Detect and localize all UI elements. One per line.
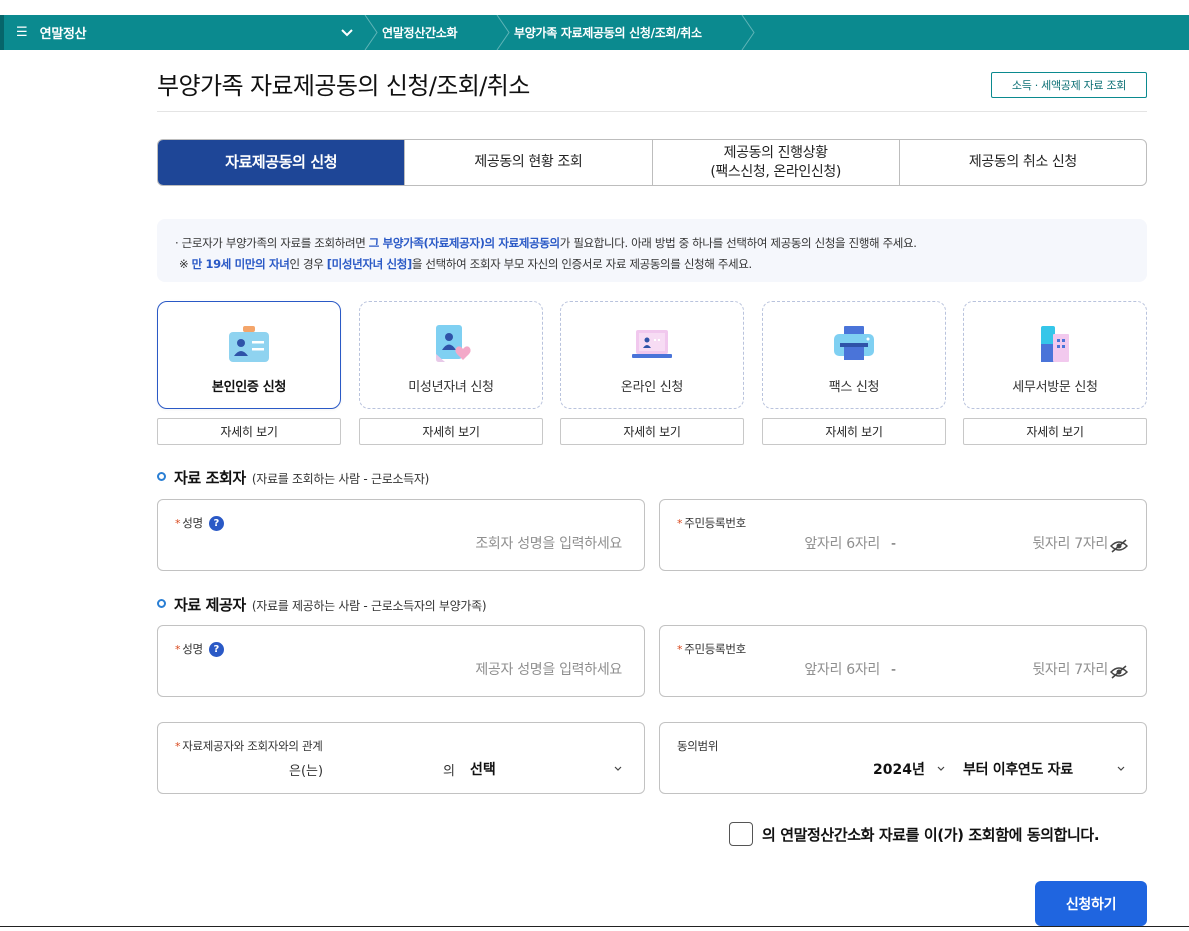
section-bullet-icon [157,599,166,608]
breadcrumb-separator-icon [364,15,378,50]
range-year-select[interactable]: 2024년 [873,759,925,779]
chevron-down-icon[interactable] [936,765,946,773]
chevron-down-icon[interactable] [613,765,623,773]
viewer-rrn-field: *주민등록번호 - [659,499,1147,571]
breadcrumb-current[interactable]: 부양가족 자료제공동의 신청/조회/취소 [514,15,739,50]
detail-button-minor-child[interactable]: 자세히 보기 [359,418,543,445]
breadcrumb-separator-icon [496,15,510,50]
method-label: 온라인 신청 [620,380,684,395]
bottom-divider [0,926,1189,927]
id-card-icon [229,326,269,362]
provider-rrn-back-input[interactable] [960,662,1108,678]
breadcrumb-item[interactable]: 연말정산간소화 [382,15,494,50]
notice-box: · 근로자가 부양가족의 자료를 조회하려면 그 부양가족(자료제공자)의 자료… [157,219,1147,282]
deduction-lookup-button[interactable]: 소득 · 세액공제 자료 조회 [991,72,1147,98]
menu-icon: ☰ [16,25,28,40]
detail-button-self-auth[interactable]: 자세히 보기 [157,418,341,445]
provider-rrn-field: *주민등록번호 - [659,625,1147,697]
top-nav-bar: ☰ 연말정산 연말정산간소화 부양가족 자료제공동의 신청/조회/취소 [0,15,1189,50]
section-viewer-title: 자료 조회자 (자료를 조회하는 사람 - 근로소득자) [157,467,429,488]
tab-consent-status[interactable]: 제공동의 현황 조회 [405,140,653,185]
viewer-rrn-back-input[interactable] [960,536,1108,552]
viewer-name-field: * 성명? [157,499,645,571]
tax-office-icon [1041,326,1069,362]
notice-line-2: ※ 만 19세 미만의 자녀인 경우 [미성년자녀 신청]을 선택하여 조회자 … [179,257,752,271]
range-scope-select[interactable]: 부터 이후연도 자료 [963,759,1073,779]
provider-name-field: * 성명? [157,625,645,697]
nav-title: 연말정산 [39,27,87,42]
chevron-down-icon[interactable] [1116,765,1126,773]
tab-consent-cancel[interactable]: 제공동의 취소 신청 [900,140,1146,185]
method-card-self-auth[interactable]: 본인인증 신청 [157,301,341,409]
fax-icon [834,326,874,360]
consent-checkbox[interactable] [729,822,753,846]
method-card-minor-child[interactable]: 미성년자녀 신청 [359,301,543,409]
consent-row: 의 연말정산간소화 자료를 이(가) 조회함에 동의합니다. [729,822,1100,846]
viewer-name-input[interactable] [362,536,622,552]
detail-button-fax[interactable]: 자세히 보기 [762,418,946,445]
consent-range-field: 동의범위 2024년 부터 이후연도 자료 [659,722,1147,794]
method-label: 미성년자녀 신청 [408,380,494,395]
method-label: 본인인증 신청 [211,380,287,395]
child-document-icon [436,325,471,362]
method-card-online[interactable]: 온라인 신청 [560,301,744,409]
relation-field: * 자료제공자와 조회자와의 관계 은(는) 의 선택 [157,722,645,794]
submit-button[interactable]: 신청하기 [1035,881,1147,926]
tab-bar: 자료제공동의 신청 제공동의 현황 조회 제공동의 진행상황 (팩스신청, 온라… [157,139,1147,186]
eye-off-icon[interactable] [1110,664,1128,680]
nav-menu-toggle[interactable]: ☰ 연말정산 [0,15,362,50]
rrn-dash: - [891,536,897,552]
header-divider [157,111,1147,112]
section-bullet-icon [157,472,166,481]
page-title: 부양가족 자료제공동의 신청/조회/취소 [157,72,530,100]
relation-ui-text: 의 [443,764,455,779]
detail-button-online[interactable]: 자세히 보기 [560,418,744,445]
provider-rrn-front-input[interactable] [750,662,880,678]
detail-button-tax-office[interactable]: 자세히 보기 [963,418,1147,445]
rrn-dash: - [891,662,897,678]
tab-progress-line2: (팩스신청, 온라인신청) [710,163,841,180]
viewer-rrn-front-input[interactable] [750,536,880,552]
tab-consent-progress[interactable]: 제공동의 진행상황 (팩스신청, 온라인신청) [653,140,900,185]
tab-progress-line1: 제공동의 진행상황 [723,144,828,161]
provider-name-input[interactable] [362,662,622,678]
method-label: 세무서방문 신청 [1012,380,1098,395]
laptop-icon [632,330,672,358]
eye-off-icon[interactable] [1110,538,1128,554]
chevron-down-icon[interactable] [340,25,354,39]
relation-select[interactable]: 선택 [470,759,496,779]
breadcrumb-separator-icon [741,15,755,50]
section-provider-title: 자료 제공자 (자료를 제공하는 사람 - 근로소득자의 부양가족) [157,594,487,615]
consent-text: 의 연말정산간소화 자료를 이(가) 조회함에 동의합니다. [762,825,1100,844]
nav-accent [0,15,4,50]
method-card-fax[interactable]: 팩스 신청 [762,301,946,409]
help-icon[interactable]: ? [208,641,224,657]
help-icon[interactable]: ? [208,515,224,531]
notice-line-1: · 근로자가 부양가족의 자료를 조회하려면 그 부양가족(자료제공자)의 자료… [175,236,917,250]
relation-eun-text: 은(는) [289,764,324,779]
method-card-tax-office[interactable]: 세무서방문 신청 [963,301,1147,409]
tab-consent-apply[interactable]: 자료제공동의 신청 [158,140,406,185]
method-label: 팩스 신청 [828,380,880,395]
